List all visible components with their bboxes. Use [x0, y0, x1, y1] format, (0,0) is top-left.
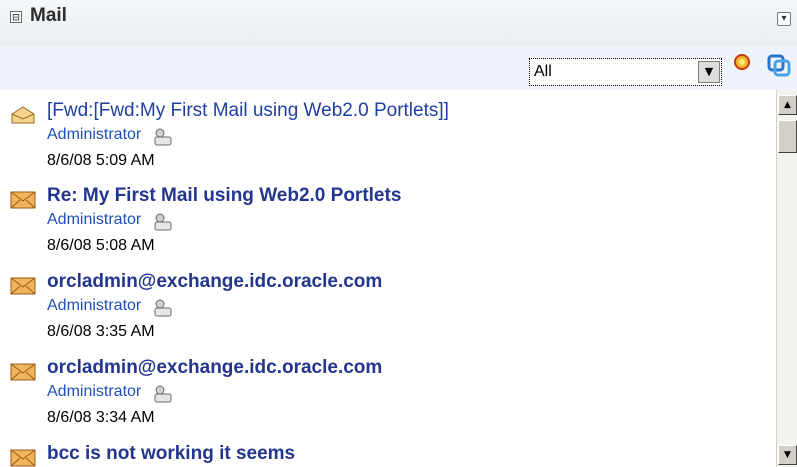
portlet-title: Mail [30, 5, 67, 26]
message-subject-link[interactable]: orcladmin@exchange.idc.oracle.com [47, 271, 382, 293]
message-date: 8/6/08 5:08 AM [47, 237, 155, 254]
folder-filter-select[interactable]: All ▼ [529, 58, 722, 86]
message-date: 8/6/08 5:09 AM [47, 152, 155, 169]
contact-card-icon[interactable] [153, 299, 173, 317]
new-mail-icon[interactable] [733, 53, 753, 73]
message-sender[interactable]: Administrator [47, 126, 141, 144]
collapse-icon[interactable]: ⊟ [10, 11, 22, 23]
opened-envelope-icon [11, 106, 35, 124]
unread-envelope-icon [10, 449, 36, 467]
filter-selected-value: All [534, 63, 552, 80]
message-date: 8/6/08 3:34 AM [47, 409, 155, 426]
scrollbar-thumb[interactable] [778, 120, 797, 153]
message-subject-link[interactable]: [Fwd:[Fwd:My First Mail using Web2.0 Por… [47, 100, 449, 122]
message-sender[interactable]: Administrator [47, 211, 141, 229]
portlet-menu-button[interactable]: ▾ [777, 12, 791, 26]
message-date: 8/6/08 3:35 AM [47, 323, 155, 340]
contact-card-icon[interactable] [153, 385, 173, 403]
unread-envelope-icon [10, 363, 36, 381]
contact-card-icon[interactable] [153, 128, 173, 146]
vertical-scrollbar[interactable]: ▲ ▼ [776, 90, 797, 467]
portlet-header: ⊟ Mail ▾ [0, 0, 797, 47]
contact-card-icon[interactable] [153, 213, 173, 231]
message-subject-link[interactable]: bcc is not working it seems [47, 443, 295, 465]
scroll-down-icon[interactable]: ▼ [778, 445, 797, 465]
unread-envelope-icon [10, 191, 36, 209]
message-sender[interactable]: Administrator [47, 383, 141, 401]
dropdown-arrow-icon[interactable]: ▼ [698, 61, 720, 83]
refresh-icon[interactable] [766, 53, 792, 77]
scroll-up-icon[interactable]: ▲ [778, 95, 797, 115]
unread-envelope-icon [10, 277, 36, 295]
message-sender[interactable]: Administrator [47, 297, 141, 315]
message-subject-link[interactable]: Re: My First Mail using Web2.0 Portlets [47, 185, 401, 207]
message-subject-link[interactable]: orcladmin@exchange.idc.oracle.com [47, 357, 382, 379]
message-list: [Fwd:[Fwd:My First Mail using Web2.0 Por… [0, 90, 775, 467]
